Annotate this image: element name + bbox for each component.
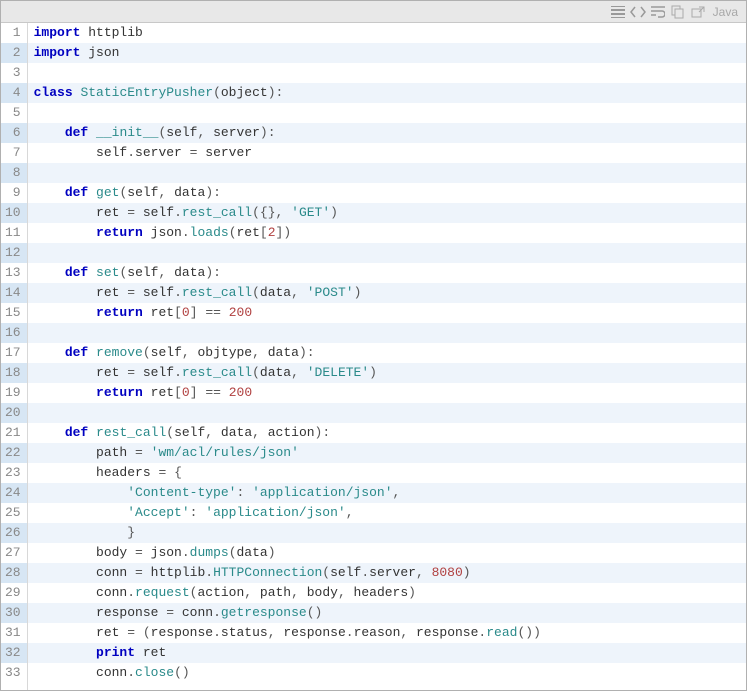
code-line[interactable]: return json.loads(ret[2])	[28, 223, 746, 243]
line-number: 12	[1, 243, 27, 263]
code-line[interactable]: return ret[0] == 200	[28, 303, 746, 323]
line-number: 31	[1, 623, 27, 643]
code-line[interactable]: conn.close()	[28, 663, 746, 683]
code-line[interactable]: path = 'wm/acl/rules/json'	[28, 443, 746, 463]
line-number: 11	[1, 223, 27, 243]
code-line[interactable]	[28, 163, 746, 183]
copy-icon[interactable]	[669, 4, 687, 20]
line-number: 2	[1, 43, 27, 63]
code-line[interactable]: ret = (response.status, response.reason,…	[28, 623, 746, 643]
code-line[interactable]: conn = httplib.HTTPConnection(self.serve…	[28, 563, 746, 583]
wrap-icon[interactable]	[649, 4, 667, 20]
code-line[interactable]: print ret	[28, 643, 746, 663]
line-number: 33	[1, 663, 27, 683]
code-line[interactable]: def set(self, data):	[28, 263, 746, 283]
code-line[interactable]: 'Accept': 'application/json',	[28, 503, 746, 523]
code-line[interactable]	[28, 323, 746, 343]
line-number: 6	[1, 123, 27, 143]
line-number: 27	[1, 543, 27, 563]
code-line[interactable]	[28, 403, 746, 423]
line-number: 1	[1, 23, 27, 43]
code-line[interactable]: import httplib	[28, 23, 746, 43]
line-number: 4	[1, 83, 27, 103]
code-line[interactable]: return ret[0] == 200	[28, 383, 746, 403]
line-number: 32	[1, 643, 27, 663]
code-line[interactable]: conn.request(action, path, body, headers…	[28, 583, 746, 603]
line-number: 22	[1, 443, 27, 463]
code-line[interactable]: response = conn.getresponse()	[28, 603, 746, 623]
line-number: 9	[1, 183, 27, 203]
line-number: 24	[1, 483, 27, 503]
code-line[interactable]: 'Content-type': 'application/json',	[28, 483, 746, 503]
editor-toolbar: Java	[1, 1, 746, 23]
language-label: Java	[713, 5, 738, 19]
line-number: 19	[1, 383, 27, 403]
code-line[interactable]	[28, 243, 746, 263]
code-line[interactable]: }	[28, 523, 746, 543]
line-number: 28	[1, 563, 27, 583]
code-icon[interactable]	[629, 4, 647, 20]
code-line[interactable]: ret = self.rest_call(data, 'DELETE')	[28, 363, 746, 383]
line-number: 13	[1, 263, 27, 283]
line-number: 5	[1, 103, 27, 123]
popout-icon[interactable]	[689, 4, 707, 20]
line-number: 29	[1, 583, 27, 603]
line-number: 21	[1, 423, 27, 443]
line-number: 18	[1, 363, 27, 383]
code-line[interactable]	[28, 63, 746, 83]
line-gutter: 1234567891011121314151617181920212223242…	[1, 23, 28, 690]
line-number: 30	[1, 603, 27, 623]
code-line[interactable]	[28, 103, 746, 123]
code-line[interactable]: body = json.dumps(data)	[28, 543, 746, 563]
code-line[interactable]: headers = {	[28, 463, 746, 483]
line-number: 7	[1, 143, 27, 163]
code-line[interactable]: def rest_call(self, data, action):	[28, 423, 746, 443]
line-number: 26	[1, 523, 27, 543]
line-number: 3	[1, 63, 27, 83]
line-number: 20	[1, 403, 27, 423]
menu-icon[interactable]	[609, 4, 627, 20]
line-number: 16	[1, 323, 27, 343]
line-number: 14	[1, 283, 27, 303]
code-line[interactable]: import json	[28, 43, 746, 63]
line-number: 23	[1, 463, 27, 483]
line-number: 25	[1, 503, 27, 523]
code-line[interactable]: def __init__(self, server):	[28, 123, 746, 143]
line-number: 15	[1, 303, 27, 323]
line-number: 17	[1, 343, 27, 363]
code-line[interactable]: def remove(self, objtype, data):	[28, 343, 746, 363]
code-line[interactable]: ret = self.rest_call(data, 'POST')	[28, 283, 746, 303]
line-number: 8	[1, 163, 27, 183]
code-content[interactable]: import httplibimport json class StaticEn…	[28, 23, 746, 690]
code-area[interactable]: 1234567891011121314151617181920212223242…	[1, 23, 746, 690]
code-line[interactable]: class StaticEntryPusher(object):	[28, 83, 746, 103]
line-number: 10	[1, 203, 27, 223]
code-line[interactable]: def get(self, data):	[28, 183, 746, 203]
code-line[interactable]: self.server = server	[28, 143, 746, 163]
code-line[interactable]: ret = self.rest_call({}, 'GET')	[28, 203, 746, 223]
